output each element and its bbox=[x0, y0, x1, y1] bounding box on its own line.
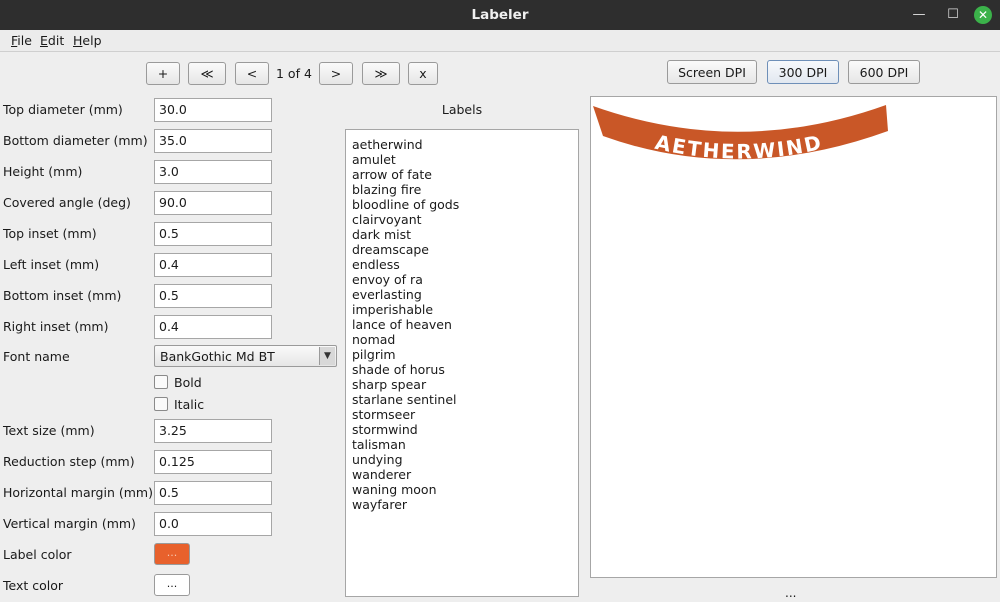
list-item[interactable]: envoy of ra bbox=[352, 272, 578, 287]
label-color-label: Label color bbox=[3, 547, 72, 562]
add-label-button[interactable]: + bbox=[146, 62, 180, 85]
list-item[interactable]: aetherwind bbox=[352, 137, 578, 152]
height-input[interactable]: 3.0 bbox=[154, 160, 272, 184]
menu-help[interactable]: Help bbox=[73, 33, 102, 48]
text-size-label: Text size (mm) bbox=[3, 423, 95, 438]
text-color-label: Text color bbox=[3, 578, 64, 593]
list-item[interactable]: sharp spear bbox=[352, 377, 578, 392]
bottom-diameter-input[interactable]: 35.0 bbox=[154, 129, 272, 153]
italic-checkbox[interactable] bbox=[154, 397, 168, 411]
height-label: Height (mm) bbox=[3, 164, 83, 179]
list-item[interactable]: arrow of fate bbox=[352, 167, 578, 182]
top-inset-input[interactable]: 0.5 bbox=[154, 222, 272, 246]
minimize-icon[interactable]: — bbox=[906, 0, 932, 30]
reduction-step-label: Reduction step (mm) bbox=[3, 454, 135, 469]
list-item[interactable]: stormwind bbox=[352, 422, 578, 437]
list-item[interactable]: undying bbox=[352, 452, 578, 467]
last-page-button[interactable]: ≫ bbox=[362, 62, 400, 85]
italic-label[interactable]: Italic bbox=[174, 397, 204, 412]
menu-edit-label: dit bbox=[47, 33, 65, 48]
list-item[interactable]: stormseer bbox=[352, 407, 578, 422]
horizontal-margin-input[interactable]: 0.5 bbox=[154, 481, 272, 505]
list-item[interactable]: bloodline of gods bbox=[352, 197, 578, 212]
first-page-button[interactable]: ≪ bbox=[188, 62, 226, 85]
labels-list[interactable]: aetherwind amulet arrow of fate blazing fir… bbox=[345, 129, 579, 597]
left-inset-input[interactable]: 0.4 bbox=[154, 253, 272, 277]
covered-angle-input[interactable]: 90.0 bbox=[154, 191, 272, 215]
font-name-value: BankGothic Md BT bbox=[160, 349, 275, 364]
bottom-inset-label: Bottom inset (mm) bbox=[3, 288, 122, 303]
font-name-label: Font name bbox=[3, 349, 70, 364]
screen-dpi-button[interactable]: Screen DPI bbox=[667, 60, 757, 84]
bold-checkbox[interactable] bbox=[154, 375, 168, 389]
vertical-margin-label: Vertical margin (mm) bbox=[3, 516, 136, 531]
menu-edit-mnemonic: E bbox=[40, 33, 48, 48]
chevron-down-icon[interactable]: ▼ bbox=[319, 347, 335, 365]
right-inset-label: Right inset (mm) bbox=[3, 319, 109, 334]
list-item[interactable]: endless bbox=[352, 257, 578, 272]
bold-label[interactable]: Bold bbox=[174, 375, 202, 390]
menu-bar: File Edit Help bbox=[0, 30, 1000, 52]
label-preview: AETHERWIND bbox=[590, 96, 997, 578]
300-dpi-button[interactable]: 300 DPI bbox=[767, 60, 839, 84]
page-indicator: 1 of 4 bbox=[276, 66, 312, 81]
close-icon[interactable]: ✕ bbox=[974, 6, 992, 24]
list-item[interactable]: shade of horus bbox=[352, 362, 578, 377]
list-item[interactable]: waning moon bbox=[352, 482, 578, 497]
covered-angle-label: Covered angle (deg) bbox=[3, 195, 131, 210]
next-page-button[interactable]: > bbox=[319, 62, 353, 85]
menu-file-label: ile bbox=[17, 33, 32, 48]
list-item[interactable]: pilgrim bbox=[352, 347, 578, 362]
menu-edit[interactable]: Edit bbox=[40, 33, 64, 48]
list-item[interactable]: amulet bbox=[352, 152, 578, 167]
600-dpi-button[interactable]: 600 DPI bbox=[848, 60, 920, 84]
list-item[interactable]: wanderer bbox=[352, 467, 578, 482]
app-window: Labeler — ☐ ✕ File Edit Help + ≪ < 1 of … bbox=[0, 0, 1000, 602]
title-bar: Labeler — ☐ ✕ bbox=[0, 0, 1000, 30]
bottom-inset-input[interactable]: 0.5 bbox=[154, 284, 272, 308]
top-inset-label: Top inset (mm) bbox=[3, 226, 97, 241]
menu-help-mnemonic: H bbox=[73, 33, 83, 48]
bottom-diameter-label: Bottom diameter (mm) bbox=[3, 133, 148, 148]
menu-help-label: elp bbox=[82, 33, 102, 48]
window-title: Labeler bbox=[471, 7, 529, 23]
top-diameter-input[interactable]: 30.0 bbox=[154, 98, 272, 122]
font-name-select[interactable]: BankGothic Md BT ▼ bbox=[154, 345, 337, 367]
left-inset-label: Left inset (mm) bbox=[3, 257, 100, 272]
list-item[interactable]: lance of heaven bbox=[352, 317, 578, 332]
horizontal-margin-label: Horizontal margin (mm) bbox=[3, 485, 153, 500]
right-inset-input[interactable]: 0.4 bbox=[154, 315, 272, 339]
label-color-button[interactable]: ... bbox=[154, 543, 190, 565]
list-item[interactable]: dreamscape bbox=[352, 242, 578, 257]
vertical-margin-input[interactable]: 0.0 bbox=[154, 512, 272, 536]
labels-heading: Labels bbox=[441, 102, 483, 117]
text-size-input[interactable]: 3.25 bbox=[154, 419, 272, 443]
menu-file[interactable]: File bbox=[11, 33, 32, 48]
list-item[interactable]: wayfarer bbox=[352, 497, 578, 512]
reduction-step-input[interactable]: 0.125 bbox=[154, 450, 272, 474]
maximize-icon[interactable]: ☐ bbox=[940, 0, 966, 30]
list-item[interactable]: talisman bbox=[352, 437, 578, 452]
preview-canvas: AETHERWIND bbox=[593, 105, 888, 164]
text-color-button[interactable]: ... bbox=[154, 574, 190, 596]
list-item[interactable]: nomad bbox=[352, 332, 578, 347]
prev-page-button[interactable]: < bbox=[235, 62, 269, 85]
top-diameter-label: Top diameter (mm) bbox=[3, 102, 123, 117]
list-item[interactable]: dark mist bbox=[352, 227, 578, 242]
status-text: ... bbox=[785, 586, 797, 600]
list-item[interactable]: starlane sentinel bbox=[352, 392, 578, 407]
remove-label-button[interactable]: x bbox=[408, 62, 438, 85]
list-item[interactable]: blazing fire bbox=[352, 182, 578, 197]
list-item[interactable]: everlasting bbox=[352, 287, 578, 302]
list-item[interactable]: imperishable bbox=[352, 302, 578, 317]
list-item[interactable]: clairvoyant bbox=[352, 212, 578, 227]
